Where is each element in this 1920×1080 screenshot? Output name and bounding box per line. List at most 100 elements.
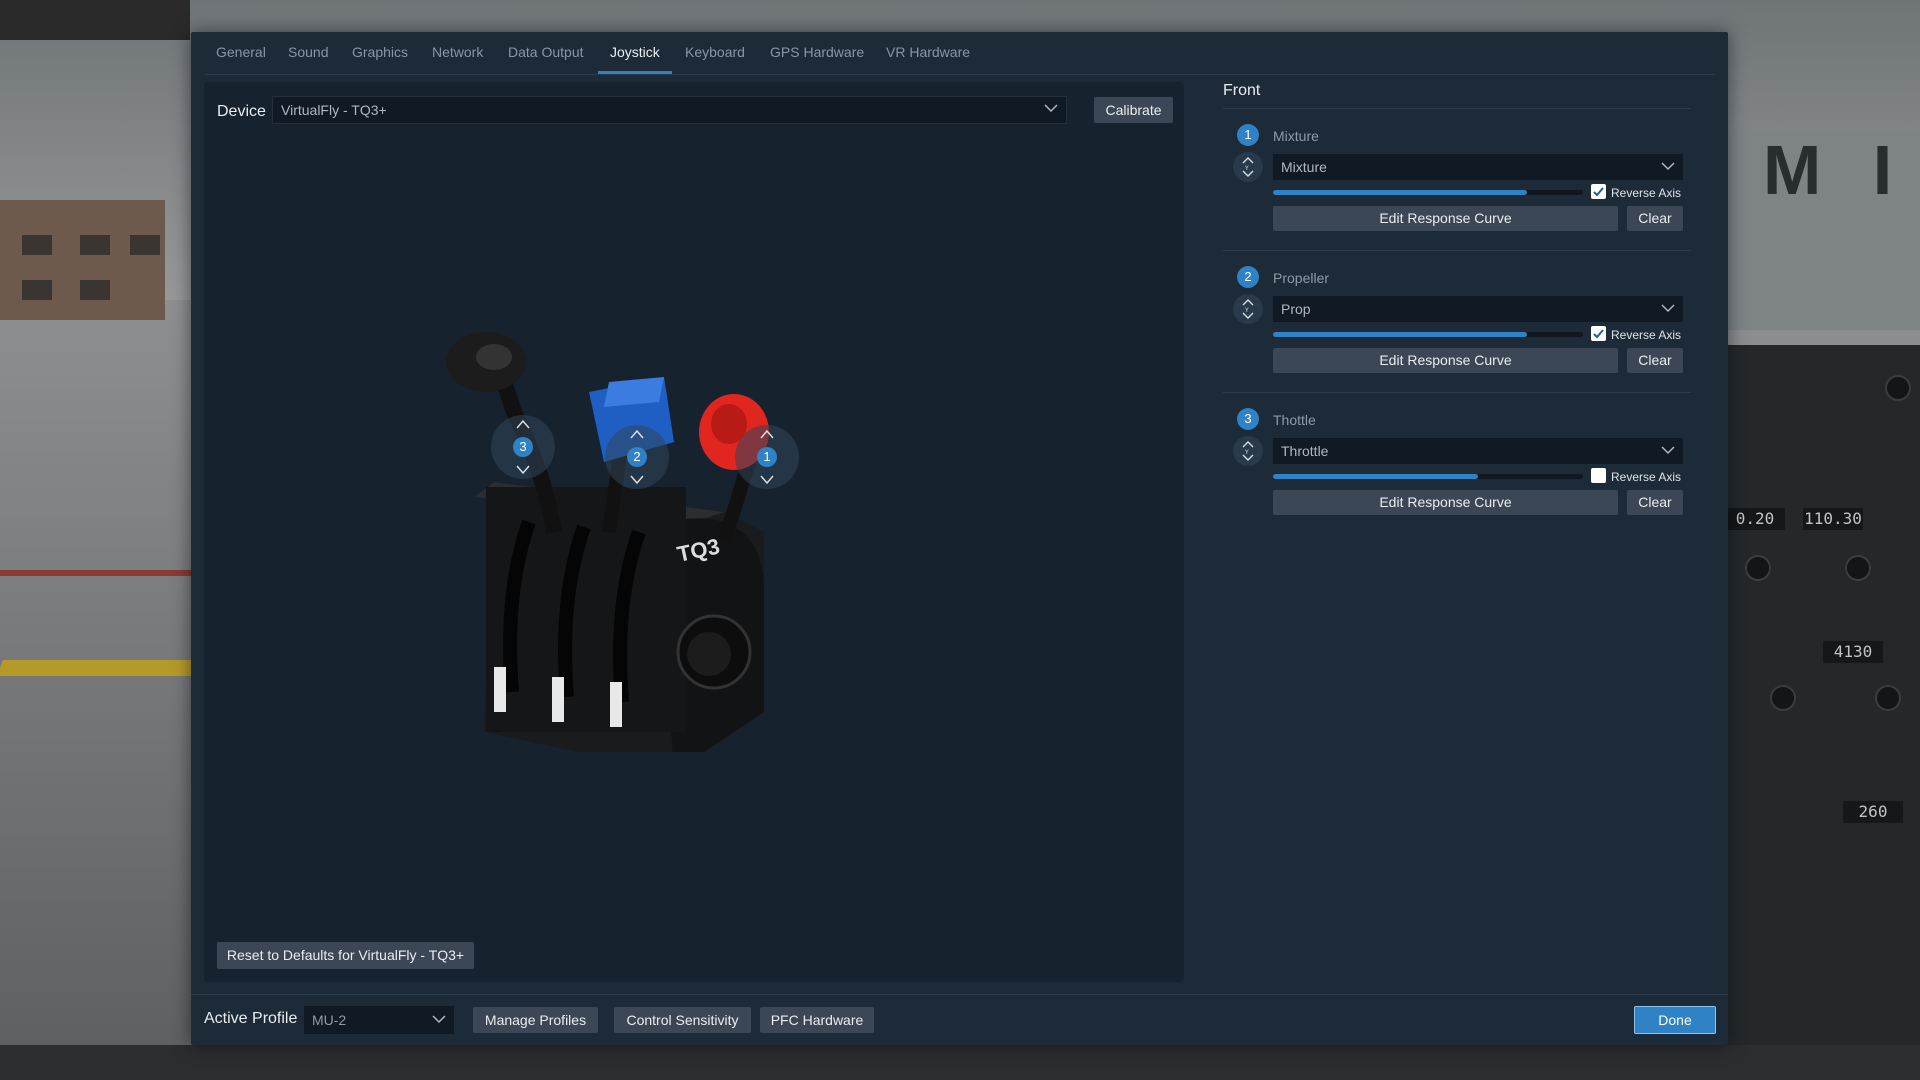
tab-sound[interactable]: Sound [288, 44, 328, 74]
chevron-down-icon [1661, 446, 1675, 455]
clear-button[interactable]: Clear [1627, 348, 1683, 373]
axis-position-bar [1273, 474, 1583, 479]
axis-position-fill [1273, 474, 1478, 479]
done-button[interactable]: Done [1634, 1006, 1716, 1034]
terminal-building: M I [1725, 130, 1920, 330]
calibrate-button[interactable]: Calibrate [1094, 97, 1173, 123]
axis-row-propeller: 2 Propeller Y Prop Reverse Axis Edit Res… [1223, 260, 1691, 400]
reset-defaults-button[interactable]: Reset to Defaults for VirtualFly - TQ3+ [217, 942, 474, 969]
reverse-axis-checkbox[interactable] [1591, 184, 1606, 199]
chevron-down-icon [1661, 304, 1675, 313]
edit-response-curve-button[interactable]: Edit Response Curve [1273, 206, 1618, 231]
panel-readout: 4130 [1823, 641, 1883, 663]
panel-readout: 0.20 [1725, 508, 1785, 530]
chevron-up-icon [630, 429, 644, 439]
panel-readout: 260 [1843, 801, 1903, 823]
svg-text:Y: Y [1244, 165, 1249, 172]
axis-name: Mixture [1273, 128, 1319, 144]
device-panel: Device VirtualFly - TQ3+ Calibrate TQ3 3… [204, 82, 1184, 982]
reverse-axis-label: Reverse Axis [1611, 470, 1682, 484]
reverse-axis-label: Reverse Axis [1611, 186, 1682, 200]
axis-name: Propeller [1273, 270, 1330, 286]
clear-button[interactable]: Clear [1627, 206, 1683, 231]
chevron-down-icon [630, 475, 644, 485]
axis-assignment-value: Throttle [1281, 443, 1329, 459]
tab-general[interactable]: General [216, 44, 266, 74]
tab-divider [205, 74, 1715, 75]
checkmark-icon [1593, 187, 1604, 197]
chevron-down-icon [516, 465, 530, 475]
axis-number-badge: 2 [1237, 266, 1259, 288]
axis-marker-3[interactable]: 3 [491, 415, 555, 479]
cockpit-frame [0, 0, 190, 40]
runway-stripe-yellow [0, 660, 203, 676]
device-select[interactable]: VirtualFly - TQ3+ [272, 96, 1067, 124]
profile-select[interactable]: MU-2 [304, 1006, 454, 1034]
axis-row-throttle: 3 Thottle Y Throttle Reverse Axis Edit R… [1223, 402, 1691, 542]
reverse-axis-checkbox[interactable] [1591, 468, 1606, 483]
chevron-down-icon [432, 1015, 446, 1024]
profile-select-value: MU-2 [312, 1012, 347, 1028]
tab-data-output[interactable]: Data Output [508, 44, 584, 74]
hangar-building [0, 200, 165, 320]
chevron-up-icon [516, 419, 530, 429]
reverse-axis-label: Reverse Axis [1611, 328, 1682, 342]
clear-button[interactable]: Clear [1627, 490, 1683, 515]
svg-text:Y: Y [1244, 449, 1249, 456]
settings-dialog: General Sound Graphics Network Data Outp… [191, 32, 1728, 1045]
axis-divider [1223, 250, 1691, 251]
control-sensitivity-button[interactable]: Control Sensitivity [614, 1007, 751, 1033]
axis-assignment-value: Mixture [1281, 159, 1327, 175]
panel-readout: 110.30 [1803, 508, 1863, 530]
throttle-quadrant-image: TQ3 [446, 332, 769, 752]
axis-position-fill [1273, 332, 1528, 337]
axis-name: Thottle [1273, 412, 1316, 428]
axis-stepper[interactable]: Y [1233, 436, 1263, 466]
axis-stepper[interactable]: Y [1233, 294, 1263, 324]
axis-position-bar [1273, 190, 1583, 195]
chevron-down-icon [1044, 104, 1058, 113]
reverse-axis-checkbox[interactable] [1591, 326, 1606, 341]
edit-response-curve-button[interactable]: Edit Response Curve [1273, 348, 1618, 373]
active-profile-label: Active Profile [204, 1010, 298, 1027]
manage-profiles-button[interactable]: Manage Profiles [473, 1007, 598, 1033]
axis-assignment-select[interactable]: Mixture [1273, 154, 1683, 180]
axis-marker-number: 1 [757, 447, 777, 467]
tab-graphics[interactable]: Graphics [352, 44, 408, 74]
tab-keyboard[interactable]: Keyboard [685, 44, 745, 74]
axis-assignment-select[interactable]: Throttle [1273, 438, 1683, 464]
pfc-hardware-button[interactable]: PFC Hardware [760, 1007, 874, 1033]
tab-network[interactable]: Network [432, 44, 483, 74]
runway-stripe-red [0, 570, 200, 576]
front-divider [1223, 108, 1691, 109]
axis-marker-2[interactable]: 2 [605, 425, 669, 489]
up-down-arrows-icon: Y [1242, 441, 1254, 461]
up-down-arrows-icon: Y [1242, 299, 1254, 319]
chevron-down-icon [1661, 162, 1675, 171]
axis-marker-number: 3 [513, 437, 533, 457]
up-down-arrows-icon: Y [1242, 157, 1254, 177]
axis-stepper[interactable]: Y [1233, 152, 1263, 182]
device-select-value: VirtualFly - TQ3+ [281, 102, 387, 118]
axis-assignment-select[interactable]: Prop [1273, 296, 1683, 322]
edit-response-curve-button[interactable]: Edit Response Curve [1273, 490, 1618, 515]
terminal-letters: M I [1763, 131, 1909, 209]
axis-assignment-value: Prop [1281, 301, 1311, 317]
axis-number-badge: 1 [1237, 124, 1259, 146]
tab-joystick[interactable]: Joystick [598, 44, 672, 74]
axis-position-fill [1273, 190, 1528, 195]
axis-row-mixture: 1 Mixture Y Mixture Reverse Axis Edit Re… [1223, 118, 1691, 258]
cockpit-bottom [0, 1045, 1920, 1080]
svg-text:Y: Y [1244, 307, 1249, 314]
axis-position-bar [1273, 332, 1583, 337]
tab-bar: General Sound Graphics Network Data Outp… [191, 32, 1728, 77]
footer-divider [191, 994, 1728, 995]
chevron-down-icon [760, 475, 774, 485]
chevron-up-icon [760, 429, 774, 439]
axis-marker-1[interactable]: 1 [735, 425, 799, 489]
tab-vr-hardware[interactable]: VR Hardware [886, 44, 970, 74]
axis-number-badge: 3 [1237, 408, 1259, 430]
axis-divider [1223, 392, 1691, 393]
checkmark-icon [1593, 329, 1604, 339]
tab-gps-hardware[interactable]: GPS Hardware [770, 44, 864, 74]
